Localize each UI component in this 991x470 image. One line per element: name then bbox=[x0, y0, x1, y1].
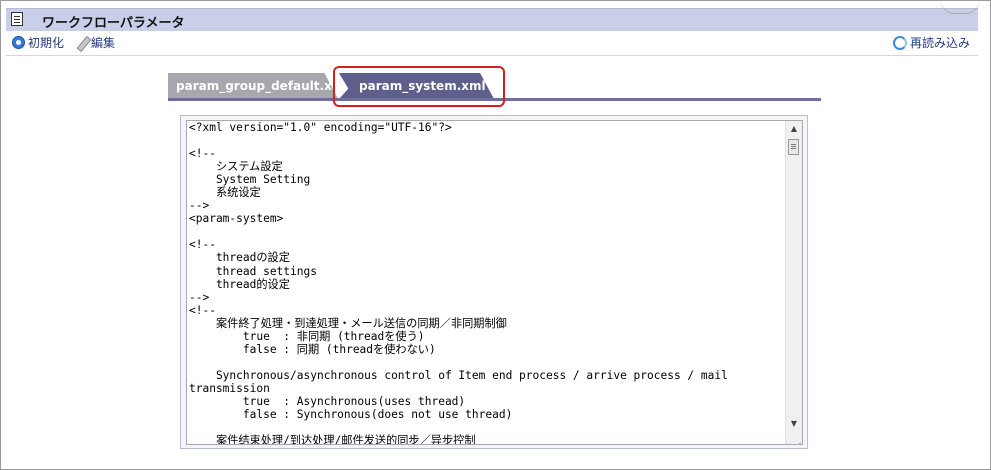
corner-decoration bbox=[940, 0, 980, 14]
edit-button[interactable]: 編集 bbox=[76, 34, 115, 51]
pencil-icon bbox=[76, 37, 88, 49]
reload-icon bbox=[893, 35, 907, 50]
xml-editor[interactable]: <?xml version="1.0" encoding="UTF-16"?> … bbox=[186, 120, 803, 445]
scroll-down-icon[interactable]: ▼ bbox=[786, 416, 802, 432]
toolbar: 初期化 編集 再読み込み bbox=[6, 31, 978, 56]
xml-content[interactable]: <?xml version="1.0" encoding="UTF-16"?> … bbox=[189, 121, 784, 444]
highlight-box bbox=[333, 66, 505, 107]
init-button[interactable]: 初期化 bbox=[12, 34, 64, 51]
tab-label: param_group_default.xml bbox=[176, 79, 349, 93]
resize-grip-icon[interactable] bbox=[792, 434, 801, 443]
page-title: ワークフローパラメータ bbox=[42, 16, 185, 31]
reload-button[interactable]: 再読み込み bbox=[893, 34, 970, 51]
title-bar: ワークフローパラメータ bbox=[6, 8, 980, 32]
init-button-label: 初期化 bbox=[28, 36, 65, 50]
reload-button-label: 再読み込み bbox=[910, 36, 971, 50]
scroll-up-icon[interactable]: ▲ bbox=[786, 121, 802, 137]
vertical-scrollbar[interactable]: ▲ ▼ bbox=[785, 121, 802, 444]
scroll-thumb[interactable] bbox=[788, 139, 799, 155]
edit-button-label: 編集 bbox=[91, 36, 116, 50]
tab-param-group-default[interactable]: param_group_default.xml bbox=[168, 73, 338, 99]
reset-icon bbox=[12, 36, 25, 49]
document-icon bbox=[11, 12, 23, 26]
